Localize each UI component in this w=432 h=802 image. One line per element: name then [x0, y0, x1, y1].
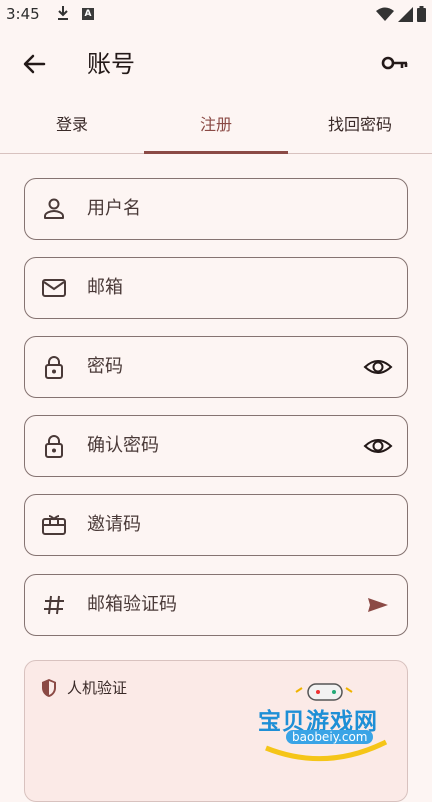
gift-card-icon: [42, 515, 66, 535]
lock-icon: [45, 356, 63, 379]
username-field[interactable]: 用户名: [24, 178, 408, 240]
person-icon: [44, 198, 64, 219]
hash-icon: [44, 595, 64, 615]
tab-login[interactable]: 登录: [0, 96, 144, 153]
download-icon: [58, 6, 68, 20]
username-placeholder: 用户名: [87, 198, 141, 219]
email-code-placeholder: 邮箱验证码: [87, 594, 177, 615]
tab-recover-password[interactable]: 找回密码: [288, 96, 432, 153]
send-icon[interactable]: [363, 590, 393, 620]
app-bar: 账号: [0, 30, 432, 96]
confirm-password-field[interactable]: 确认密码: [24, 415, 408, 477]
mail-icon: [42, 279, 66, 297]
password-placeholder: 密码: [87, 356, 123, 377]
back-arrow-icon[interactable]: [18, 48, 50, 80]
tab-register[interactable]: 注册: [144, 96, 288, 153]
wifi-icon: [376, 7, 394, 21]
email-code-field[interactable]: 邮箱验证码: [24, 574, 408, 636]
captcha-label: 人机验证: [67, 679, 128, 697]
invite-code-field[interactable]: 邀请码: [24, 494, 408, 556]
signal-icon: [398, 6, 413, 22]
confirm-password-placeholder: 确认密码: [87, 435, 159, 456]
lock-icon: [45, 435, 63, 458]
status-indicators: [376, 6, 426, 22]
tab-indicator: [144, 151, 288, 154]
key-icon[interactable]: [380, 48, 410, 78]
page-title: 账号: [87, 50, 135, 78]
battery-icon: [417, 6, 426, 22]
email-placeholder: 邮箱: [87, 277, 123, 298]
eye-icon[interactable]: [363, 352, 393, 382]
eye-icon[interactable]: [363, 431, 393, 461]
password-field[interactable]: 密码: [24, 336, 408, 398]
shield-icon: [42, 679, 56, 697]
email-field[interactable]: 邮箱: [24, 257, 408, 319]
watermark-logo: 宝贝游戏网 baobeiy.com: [256, 680, 402, 762]
tab-bar: 登录 注册 找回密码: [0, 96, 432, 154]
status-time: 3:45: [6, 5, 40, 23]
watermark-url: baobeiy.com: [286, 730, 374, 744]
a-badge-icon: A: [82, 8, 94, 20]
invite-code-placeholder: 邀请码: [87, 514, 141, 535]
status-bar: 3:45 A: [0, 0, 432, 30]
